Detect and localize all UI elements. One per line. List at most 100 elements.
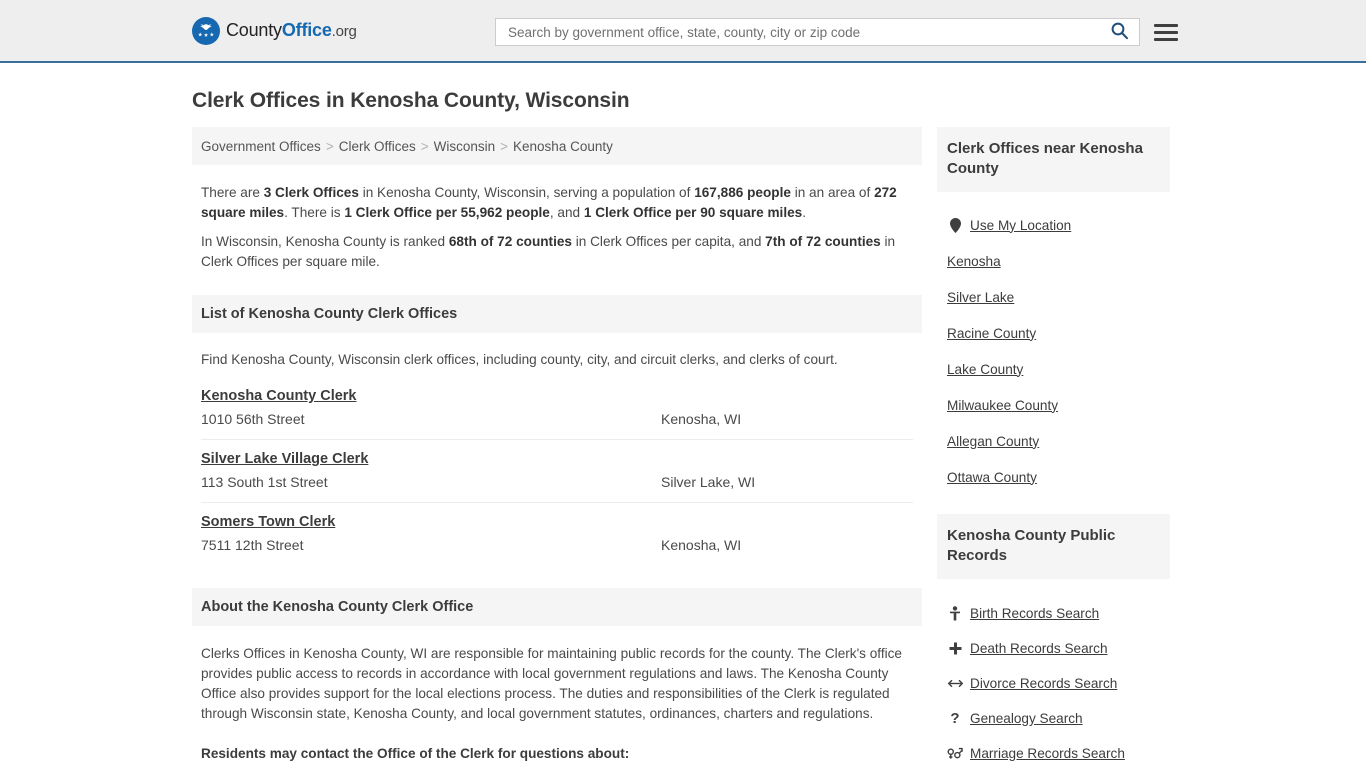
baby-icon [947, 605, 963, 621]
office-name-link[interactable]: Silver Lake Village Clerk [201, 451, 368, 467]
intro-text: . [802, 205, 807, 220]
intro-text: There are [201, 185, 264, 200]
content-container: Clerk Offices in Kenosha County, Wiscons… [188, 89, 1178, 768]
menu-bar-3 [1154, 37, 1178, 41]
office-list: Kenosha County Clerk 1010 56th Street Ke… [192, 377, 922, 565]
intro-text: in an area of [790, 185, 875, 200]
about-section-header: About the Kenosha County Clerk Office [192, 588, 922, 626]
stat-office-count: 3 Clerk Offices [263, 185, 359, 200]
office-city: Silver Lake, WI [661, 474, 756, 490]
sidebar-link-label[interactable]: Milwaukee County [947, 398, 1058, 413]
sidebar-item-divorce-records[interactable]: Divorce Records Search [947, 672, 1160, 694]
stat-rank-capita: 68th of 72 counties [448, 234, 572, 249]
question-mark-icon: ? [950, 709, 960, 727]
sidebar-link-label[interactable]: Birth Records Search [970, 606, 1099, 621]
sidebar-item-death-records[interactable]: Death Records Search [947, 637, 1160, 659]
sidebar-item-silver-lake[interactable]: Silver Lake [947, 286, 1160, 308]
stat-per-area: 1 Clerk Office per 90 square miles [583, 205, 803, 220]
sidebar-item-allegan-county[interactable]: Allegan County [947, 430, 1160, 452]
page-title: Clerk Offices in Kenosha County, Wiscons… [192, 89, 630, 112]
breadcrumb-item-wisconsin[interactable]: Wisconsin [434, 139, 496, 154]
sidebar-link-label[interactable]: Lake County [947, 362, 1023, 377]
intro-text: , and [549, 205, 584, 220]
page-body: Clerk Offices in Kenosha County, Wiscons… [0, 89, 1366, 768]
intro-paragraph-rank: In Wisconsin, Kenosha County is ranked 6… [201, 232, 913, 272]
office-address: 7511 12th Street [201, 537, 304, 553]
table-row: Silver Lake Village Clerk 113 South 1st … [201, 440, 913, 503]
breadcrumb-separator: > [500, 138, 509, 154]
gender-symbols-icon [947, 747, 963, 760]
sidebar-link-label[interactable]: Use My Location [970, 218, 1071, 233]
search-icon [1110, 21, 1129, 43]
stat-rank-area: 7th of 72 counties [765, 234, 881, 249]
menu-bar-2 [1154, 30, 1178, 34]
nearby-offices-panel: Clerk Offices near Kenosha County Use My… [937, 127, 1170, 488]
sidebar-link-label[interactable]: Kenosha [947, 254, 1001, 269]
sidebar-link-label[interactable]: Ottawa County [947, 470, 1037, 485]
sidebar-link-label[interactable]: Silver Lake [947, 290, 1014, 305]
site-logo[interactable]: CountyOffice.org [192, 16, 357, 45]
public-records-links: Birth Records Search Death Records Searc… [937, 579, 1170, 768]
about-section-heading: About the Kenosha County Clerk Office [201, 599, 474, 615]
search-box[interactable] [495, 18, 1140, 46]
intro-text: In Wisconsin, Kenosha County is ranked [201, 234, 449, 249]
menu-bar-1 [1154, 23, 1178, 27]
list-section-heading: List of Kenosha County Clerk Offices [201, 306, 458, 322]
office-address: 113 South 1st Street [201, 474, 328, 490]
search-button[interactable] [1110, 21, 1129, 43]
office-name-link[interactable]: Kenosha County Clerk [201, 388, 357, 404]
intro-text: in Clerk Offices per capita, and [571, 234, 766, 249]
office-name-link[interactable]: Somers Town Clerk [201, 514, 335, 530]
sidebar-item-kenosha[interactable]: Kenosha [947, 250, 1160, 272]
about-section-body: Clerks Offices in Kenosha County, WI are… [192, 644, 922, 764]
sidebar-item-ottawa-county[interactable]: Ottawa County [947, 466, 1160, 488]
logo-text-org: .org [331, 23, 357, 40]
breadcrumb-item-kenosha-county: Kenosha County [513, 138, 613, 154]
logo-wordmark: CountyOffice.org [226, 20, 357, 41]
site-header: CountyOffice.org [0, 0, 1366, 63]
office-city: Kenosha, WI [661, 411, 742, 427]
sidebar-item-genealogy[interactable]: ? Genealogy Search [947, 707, 1160, 729]
cross-icon [947, 642, 963, 655]
sidebar-item-use-my-location[interactable]: Use My Location [947, 214, 1160, 236]
sidebar-link-label[interactable]: Allegan County [947, 434, 1039, 449]
office-city: Kenosha, WI [661, 537, 742, 553]
public-records-heading: Kenosha County Public Records [947, 527, 1116, 564]
stat-population: 167,886 people [694, 185, 791, 200]
breadcrumb-separator: > [325, 138, 334, 154]
list-section-note: Find Kenosha County, Wisconsin clerk off… [201, 352, 838, 367]
breadcrumb: Government Offices > Clerk Offices > Wis… [192, 127, 922, 165]
sidebar-item-racine-county[interactable]: Racine County [947, 322, 1160, 344]
sidebar-link-label[interactable]: Genealogy Search [970, 711, 1083, 726]
stat-per-people: 1 Clerk Office per 55,962 people [344, 205, 550, 220]
logo-text-county: County [226, 20, 282, 40]
nearby-offices-links: Use My Location Kenosha Silver Lake Raci… [937, 192, 1170, 488]
sidebar-link-label[interactable]: Death Records Search [970, 641, 1108, 656]
public-records-header: Kenosha County Public Records [937, 514, 1170, 579]
breadcrumb-separator: > [420, 138, 429, 154]
logo-text-office: Office [281, 20, 332, 40]
nearby-offices-heading: Clerk Offices near Kenosha County [947, 140, 1143, 177]
about-paragraph: Clerks Offices in Kenosha County, WI are… [201, 646, 902, 721]
hamburger-menu-icon[interactable] [1154, 23, 1178, 41]
office-detail: 1010 56th Street Kenosha, WI [201, 411, 913, 427]
sidebar-item-lake-county[interactable]: Lake County [947, 358, 1160, 380]
intro-text: . There is [284, 205, 345, 220]
sidebar-item-milwaukee-county[interactable]: Milwaukee County [947, 394, 1160, 416]
sidebar-item-marriage-records[interactable]: Marriage Records Search [947, 742, 1160, 764]
sidebar-link-label[interactable]: Marriage Records Search [970, 746, 1125, 761]
table-row: Somers Town Clerk 7511 12th Street Kenos… [201, 503, 913, 565]
sidebar-item-birth-records[interactable]: Birth Records Search [947, 602, 1160, 624]
table-row: Kenosha County Clerk 1010 56th Street Ke… [201, 377, 913, 440]
main-column: Government Offices > Clerk Offices > Wis… [192, 127, 922, 764]
public-records-panel: Kenosha County Public Records Birth Reco… [937, 514, 1170, 768]
list-section-header: List of Kenosha County Clerk Offices [192, 295, 922, 333]
breadcrumb-item-clerk-offices[interactable]: Clerk Offices [339, 139, 416, 154]
breadcrumb-item-government-offices[interactable]: Government Offices [201, 139, 321, 154]
header-search-area [495, 18, 1178, 46]
sidebar-link-label[interactable]: Racine County [947, 326, 1036, 341]
about-contact-line: Residents may contact the Office of the … [201, 746, 630, 761]
sidebar-link-label[interactable]: Divorce Records Search [970, 676, 1117, 691]
search-input[interactable] [506, 19, 1106, 45]
intro-text: in Kenosha County, Wisconsin, serving a … [358, 185, 695, 200]
